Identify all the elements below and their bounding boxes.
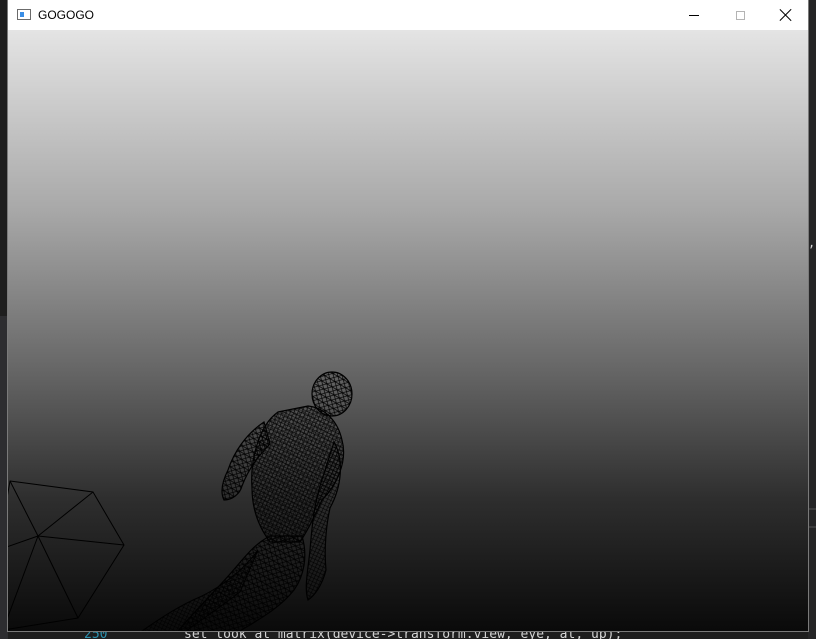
editor-right-edge	[808, 0, 816, 639]
render-viewport[interactable]	[8, 30, 808, 631]
maximize-button[interactable]	[717, 0, 763, 30]
title-bar[interactable]: GOGOGO	[8, 0, 808, 30]
close-icon	[780, 9, 792, 21]
editor-text-fragment: ,(	[808, 236, 816, 250]
wireframe-human-model	[141, 371, 353, 631]
render-canvas	[8, 371, 353, 631]
minimize-icon	[689, 14, 699, 16]
app-window: GOGOGO	[8, 0, 808, 631]
editor-left-edge	[0, 316, 8, 639]
app-window-icon	[17, 9, 31, 20]
minimize-button[interactable]	[671, 0, 717, 30]
wireframe-polyhedron	[8, 480, 125, 630]
window-title: GOGOGO	[38, 8, 95, 22]
maximize-icon	[735, 10, 745, 20]
close-button[interactable]	[763, 0, 809, 30]
